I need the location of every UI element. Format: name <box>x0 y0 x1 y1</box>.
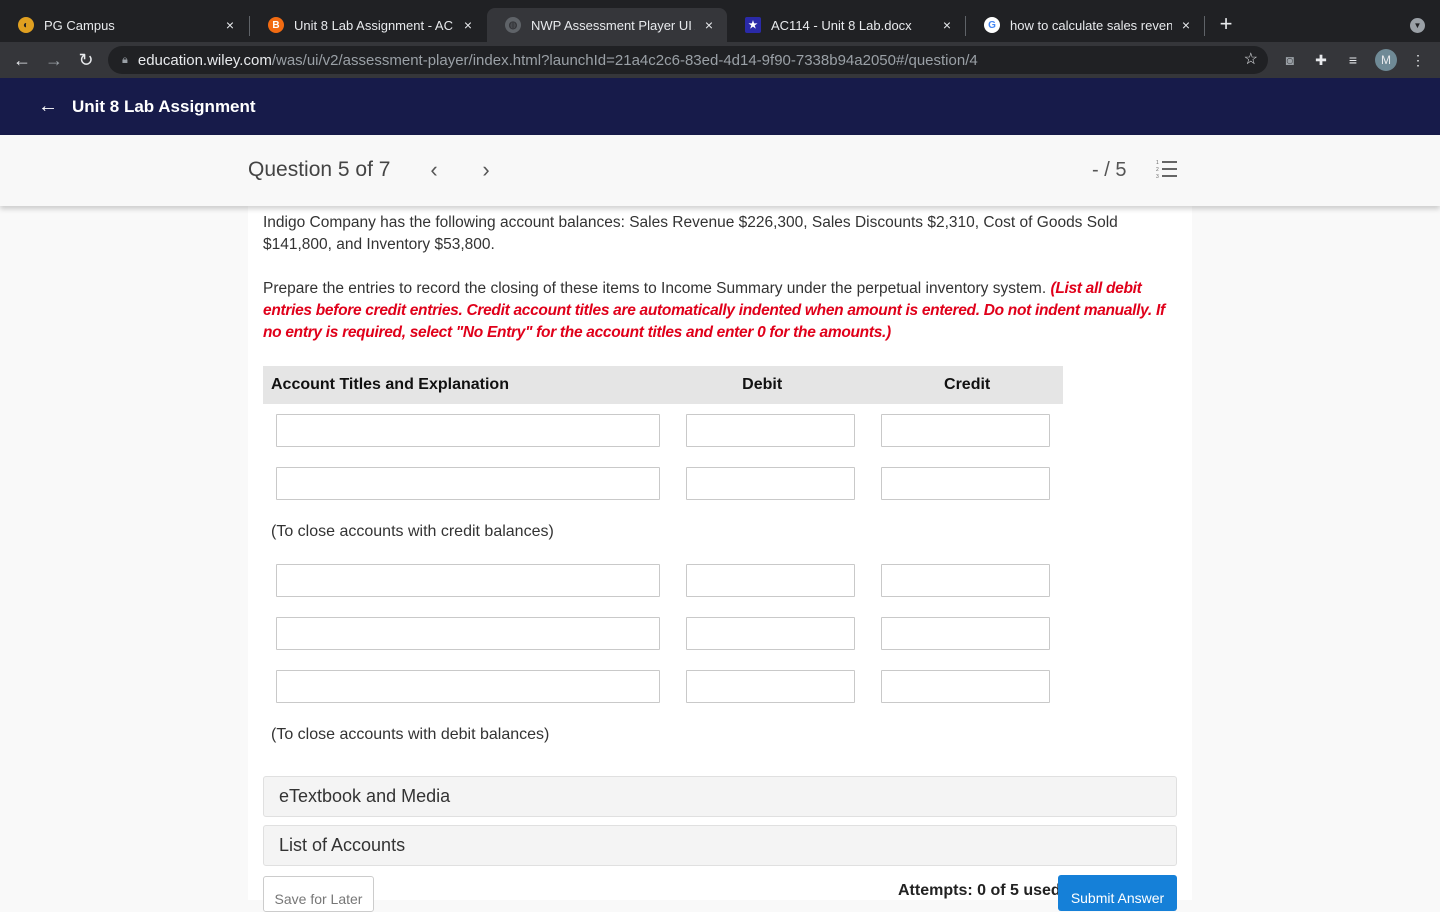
pg-campus-logo-icon: ◐ <box>18 17 34 33</box>
journal-row <box>263 660 1063 713</box>
tab-search-icon[interactable]: ▼ <box>1410 18 1425 33</box>
tab-title: PG Campus <box>44 17 115 33</box>
list-of-accounts-accordion[interactable]: List of Accounts <box>263 825 1177 866</box>
header-account-titles: Account Titles and Explanation <box>271 376 509 393</box>
browser-tab-nwp-assessment-player[interactable]: ◍ NWP Assessment Player UI Ap × <box>487 8 727 42</box>
browser-menu-icon[interactable]: ⋮ <box>1408 50 1428 70</box>
bookmark-star-icon[interactable]: ☆ <box>1244 49 1258 69</box>
url-host: education.wiley.com <box>137 51 272 69</box>
problem-instructions: Prepare the entries to record the closin… <box>263 278 1173 344</box>
reload-icon[interactable]: ↻ <box>74 48 98 72</box>
globe-icon: ◍ <box>505 17 521 33</box>
url-path: /was/ui/v2/assessment-player/index.html?… <box>271 51 978 69</box>
credit-input[interactable] <box>881 564 1050 597</box>
address-bar[interactable]: 🔒︎ education.wiley.com/was/ui/v2/assessm… <box>108 46 1268 74</box>
credit-input[interactable] <box>881 414 1050 447</box>
tab-separator <box>1204 16 1205 36</box>
document-star-icon: ★ <box>745 17 761 33</box>
browser-tab-ac114-docx[interactable]: ★ AC114 - Unit 8 Lab.docx × <box>727 8 965 42</box>
extension-icon[interactable]: ◙ <box>1280 50 1300 70</box>
browser-toolbar: ← → ↻ 🔒︎ education.wiley.com/was/ui/v2/a… <box>0 42 1440 78</box>
journal-row <box>263 607 1063 660</box>
journal-table-header: Account Titles and Explanation Debit Cre… <box>263 366 1063 404</box>
debit-input[interactable] <box>686 467 855 500</box>
tab-title: AC114 - Unit 8 Lab.docx <box>771 17 912 33</box>
media-playlist-icon[interactable]: ≡ <box>1343 50 1363 70</box>
debit-input[interactable] <box>686 617 855 650</box>
submit-answer-button[interactable]: Submit Answer <box>1058 875 1177 911</box>
new-tab-button[interactable]: + <box>1214 12 1238 36</box>
google-icon: G <box>984 17 1000 33</box>
instructions-text: Prepare the entries to record the closin… <box>263 280 1047 297</box>
back-to-assignment-icon[interactable]: ← <box>38 95 58 118</box>
close-tab-icon[interactable]: × <box>701 17 717 33</box>
header-debit: Debit <box>742 376 783 393</box>
journal-row <box>263 404 1063 457</box>
etextbook-media-accordion[interactable]: eTextbook and Media <box>263 776 1177 817</box>
brightspace-icon: B <box>268 17 284 33</box>
journal-entry-table: Account Titles and Explanation Debit Cre… <box>263 366 1063 757</box>
account-title-input[interactable] <box>276 467 660 500</box>
account-title-input[interactable] <box>276 564 660 597</box>
assignment-title[interactable]: Unit 8 Lab Assignment <box>72 97 256 117</box>
question-score: - / 5 <box>1092 159 1127 181</box>
journal-row <box>263 457 1063 510</box>
header-credit: Credit <box>944 376 991 393</box>
account-title-input[interactable] <box>276 670 660 703</box>
attempts-counter: Attempts: 0 of 5 used <box>898 882 1061 899</box>
journal-row <box>263 554 1063 607</box>
account-title-input[interactable] <box>276 617 660 650</box>
question-counter: Question 5 of 7 <box>248 158 391 181</box>
browser-tab-unit8-lab-assignment[interactable]: B Unit 8 Lab Assignment - AC114 × <box>250 8 486 42</box>
tab-title: how to calculate sales revenue <box>1010 17 1172 33</box>
forward-arrow-icon[interactable]: → <box>42 48 66 72</box>
profile-avatar[interactable]: M <box>1375 49 1397 71</box>
question-nav-bar: Question 5 of 7 ‹ › - / 5 1 2 3 <box>0 135 1440 206</box>
tab-title: Unit 8 Lab Assignment - AC114 <box>294 17 454 33</box>
close-tab-icon[interactable]: × <box>1178 17 1194 33</box>
account-title-input[interactable] <box>276 414 660 447</box>
credit-input[interactable] <box>881 617 1050 650</box>
next-question-chevron-icon[interactable]: › <box>476 157 496 183</box>
credit-input[interactable] <box>881 670 1050 703</box>
debit-input[interactable] <box>686 414 855 447</box>
tab-title: NWP Assessment Player UI Ap <box>531 17 695 33</box>
app-header: ← Unit 8 Lab Assignment <box>0 78 1440 135</box>
debit-input[interactable] <box>686 670 855 703</box>
save-for-later-button[interactable]: Save for Later <box>263 876 374 912</box>
close-tab-icon[interactable]: × <box>939 17 955 33</box>
question-card: Indigo Company has the following account… <box>248 206 1192 912</box>
close-tab-icon[interactable]: × <box>222 17 238 33</box>
entry-explanation: (To close accounts with credit balances) <box>271 523 554 540</box>
back-arrow-icon[interactable]: ← <box>10 48 34 72</box>
debit-input[interactable] <box>686 564 855 597</box>
lock-icon: 🔒︎ <box>122 53 128 66</box>
browser-tab-pg-campus[interactable]: ◐ PG Campus × <box>0 8 248 42</box>
previous-question-chevron-icon[interactable]: ‹ <box>424 157 444 183</box>
browser-tab-strip: ◐ PG Campus × B Unit 8 Lab Assignment - … <box>0 0 1440 42</box>
browser-tab-google-search[interactable]: G how to calculate sales revenue × <box>966 8 1204 42</box>
close-tab-icon[interactable]: × <box>460 17 476 33</box>
puzzle-extensions-icon[interactable]: ✚ <box>1311 50 1331 70</box>
problem-statement: Indigo Company has the following account… <box>263 214 1118 253</box>
question-list-icon[interactable]: 1 2 3 <box>1156 160 1178 180</box>
credit-input[interactable] <box>881 467 1050 500</box>
entry-explanation: (To close accounts with debit balances) <box>271 726 550 743</box>
